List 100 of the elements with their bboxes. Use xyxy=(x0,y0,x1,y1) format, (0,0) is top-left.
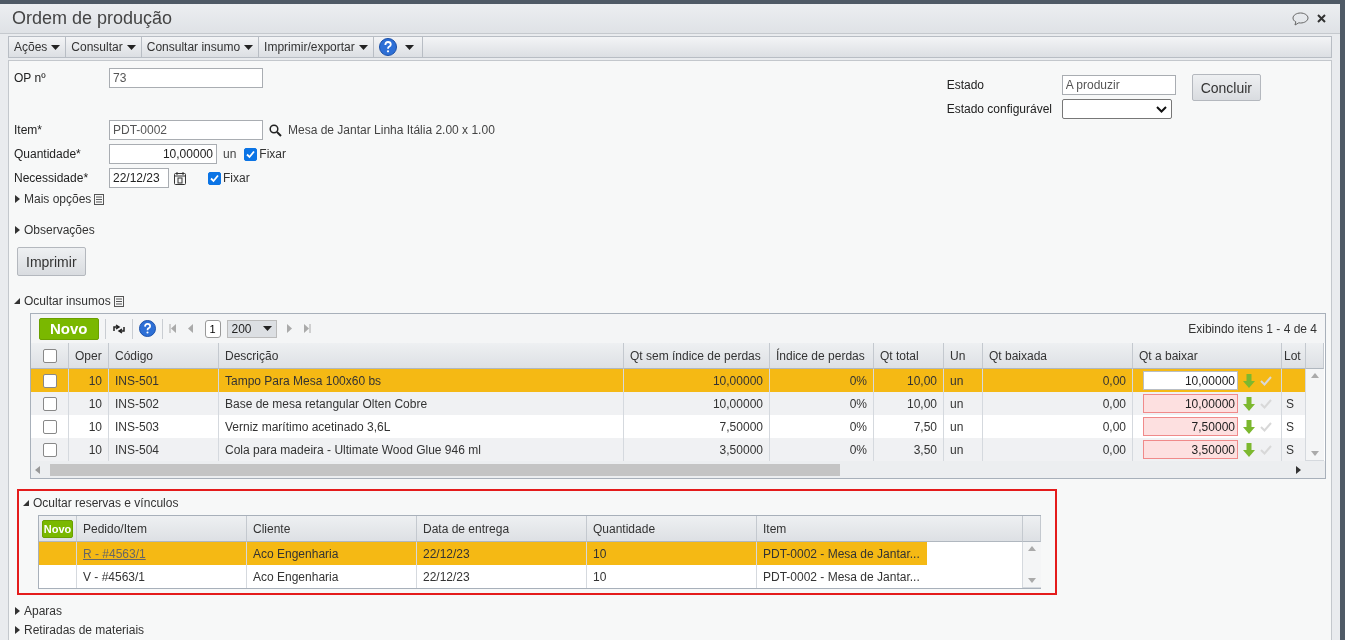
scroll-up-icon[interactable] xyxy=(1028,546,1036,551)
checkbox[interactable] xyxy=(42,396,57,411)
down-arrow-icon[interactable] xyxy=(1243,442,1255,457)
column-header[interactable]: Qt total xyxy=(874,343,944,369)
column-header[interactable]: Descrição xyxy=(219,343,624,369)
table-cell: INS-504 xyxy=(109,438,219,461)
quantity-field[interactable]: 7,50000 xyxy=(1143,417,1238,436)
calendar-icon[interactable] xyxy=(174,171,186,185)
print-button[interactable]: Imprimir xyxy=(17,247,86,276)
input-field[interactable]: 10,00000 xyxy=(109,144,217,164)
caret-icon[interactable] xyxy=(14,607,21,615)
column-header[interactable]: Un xyxy=(944,343,983,369)
dropdown-arrow-icon[interactable] xyxy=(262,326,272,331)
column-header[interactable]: Código xyxy=(109,343,219,369)
dropdown-arrow-icon[interactable] xyxy=(358,44,368,50)
row-selector-cell[interactable] xyxy=(31,438,69,461)
column-header[interactable] xyxy=(31,343,69,369)
checkbox-label: Fixar xyxy=(259,147,287,161)
column-header[interactable]: Cliente xyxy=(247,516,417,542)
quantity-field[interactable]: 3,50000 xyxy=(1143,440,1238,459)
quantity-field[interactable]: 10,00000 xyxy=(1143,394,1238,413)
row-selector-cell[interactable] xyxy=(31,392,69,415)
scroll-up-icon[interactable] xyxy=(1311,373,1319,378)
column-header[interactable]: Lot xyxy=(1282,343,1306,369)
section-toggle[interactable]: Aparas xyxy=(24,604,63,618)
first-page-icon[interactable] xyxy=(168,324,176,333)
section-toggle[interactable]: Mais opções xyxy=(24,192,92,206)
column-header[interactable]: Qt sem índice de perdas xyxy=(624,343,770,369)
table-cell: 3,50000 xyxy=(624,438,770,461)
dropdown-arrow-icon[interactable] xyxy=(404,44,414,50)
checkmark-icon[interactable] xyxy=(1260,375,1272,386)
column-header[interactable]: Pedido/Item xyxy=(77,516,247,542)
section-toggle[interactable]: Ocultar insumos xyxy=(24,294,111,308)
scrollbar-thumb[interactable] xyxy=(50,463,840,476)
caret-icon[interactable] xyxy=(14,226,21,234)
conclude-button[interactable]: Concluir xyxy=(1191,74,1261,101)
date-field[interactable]: 22/12/23 xyxy=(109,168,169,188)
scroll-right-icon[interactable] xyxy=(1296,465,1301,474)
page-field[interactable]: 1 xyxy=(204,319,221,338)
checkbox[interactable] xyxy=(42,373,57,388)
close-icon[interactable] xyxy=(1317,14,1326,23)
horizontal-scrollbar[interactable] xyxy=(31,461,1325,478)
row-selector-cell[interactable] xyxy=(39,542,77,565)
checkbox[interactable] xyxy=(208,171,221,185)
menu-button[interactable]: Consultar insumo xyxy=(141,37,260,57)
down-arrow-icon[interactable] xyxy=(1243,396,1255,411)
help-icon[interactable] xyxy=(138,320,156,337)
select-field[interactable] xyxy=(1061,99,1172,119)
list-icon[interactable] xyxy=(113,295,124,307)
row-selector-cell[interactable] xyxy=(31,369,69,392)
quantity-field[interactable]: 10,00000 xyxy=(1143,371,1238,390)
vertical-scrollbar[interactable] xyxy=(1306,369,1324,461)
section-toggle[interactable]: Ocultar reservas e vínculos xyxy=(33,496,179,510)
speech-bubble-icon[interactable] xyxy=(1292,11,1309,26)
dropdown-arrow-icon[interactable] xyxy=(51,44,61,50)
checkbox[interactable] xyxy=(42,442,57,457)
input-field[interactable]: A produzir xyxy=(1061,75,1176,95)
menu-button[interactable]: Consultar xyxy=(66,37,142,57)
refresh-icon[interactable] xyxy=(111,322,126,335)
previous-page-icon[interactable] xyxy=(187,324,193,333)
dropdown-arrow-icon[interactable] xyxy=(244,44,254,50)
section-toggle[interactable]: Observações xyxy=(24,223,95,237)
search-icon[interactable] xyxy=(269,123,282,137)
chevron-down-icon[interactable] xyxy=(1155,105,1167,113)
input-field[interactable]: PDT-0002 xyxy=(109,120,263,140)
dropdown-arrow-icon[interactable] xyxy=(126,44,136,50)
table-cell: 10,00000 xyxy=(624,392,770,415)
menu-button[interactable]: Ações xyxy=(9,37,67,57)
caret-icon[interactable] xyxy=(23,499,30,507)
down-arrow-icon[interactable] xyxy=(1243,419,1255,434)
checkbox[interactable] xyxy=(42,348,57,363)
checkmark-icon[interactable] xyxy=(1260,421,1272,432)
column-header[interactable]: Qt baixada xyxy=(983,343,1133,369)
input-field[interactable]: 73 xyxy=(109,68,263,88)
caret-icon[interactable] xyxy=(14,297,21,305)
checkbox[interactable] xyxy=(42,419,57,434)
vertical-scrollbar[interactable] xyxy=(1023,542,1041,588)
column-header[interactable]: Quantidade xyxy=(587,516,757,542)
scroll-left-icon[interactable] xyxy=(35,465,40,474)
column-header[interactable]: Oper xyxy=(69,343,109,369)
column-header[interactable]: Data de entrega xyxy=(417,516,587,542)
checkmark-icon[interactable] xyxy=(1260,398,1272,409)
scroll-down-icon[interactable] xyxy=(1028,578,1036,583)
last-page-icon[interactable] xyxy=(303,324,311,333)
column-header[interactable]: Índice de perdas xyxy=(770,343,874,369)
caret-icon[interactable] xyxy=(14,195,21,203)
help-icon[interactable] xyxy=(378,38,397,56)
next-page-icon[interactable] xyxy=(286,324,292,333)
menu-button[interactable]: Imprimir/exportar xyxy=(259,37,374,57)
checkmark-icon[interactable] xyxy=(1260,444,1272,455)
list-icon[interactable] xyxy=(94,193,105,205)
scroll-down-icon[interactable] xyxy=(1311,451,1319,456)
section-toggle[interactable]: Retiradas de materiais xyxy=(24,623,145,637)
checkbox[interactable] xyxy=(244,147,258,161)
page-size-select[interactable]: 200 xyxy=(226,319,277,338)
table-cell: 10,00000 xyxy=(624,369,770,392)
column-header[interactable]: Qt a baixar xyxy=(1133,343,1282,369)
field-label: Estado xyxy=(946,78,985,92)
caret-icon[interactable] xyxy=(14,626,21,634)
column-header[interactable]: Item xyxy=(757,516,1023,542)
